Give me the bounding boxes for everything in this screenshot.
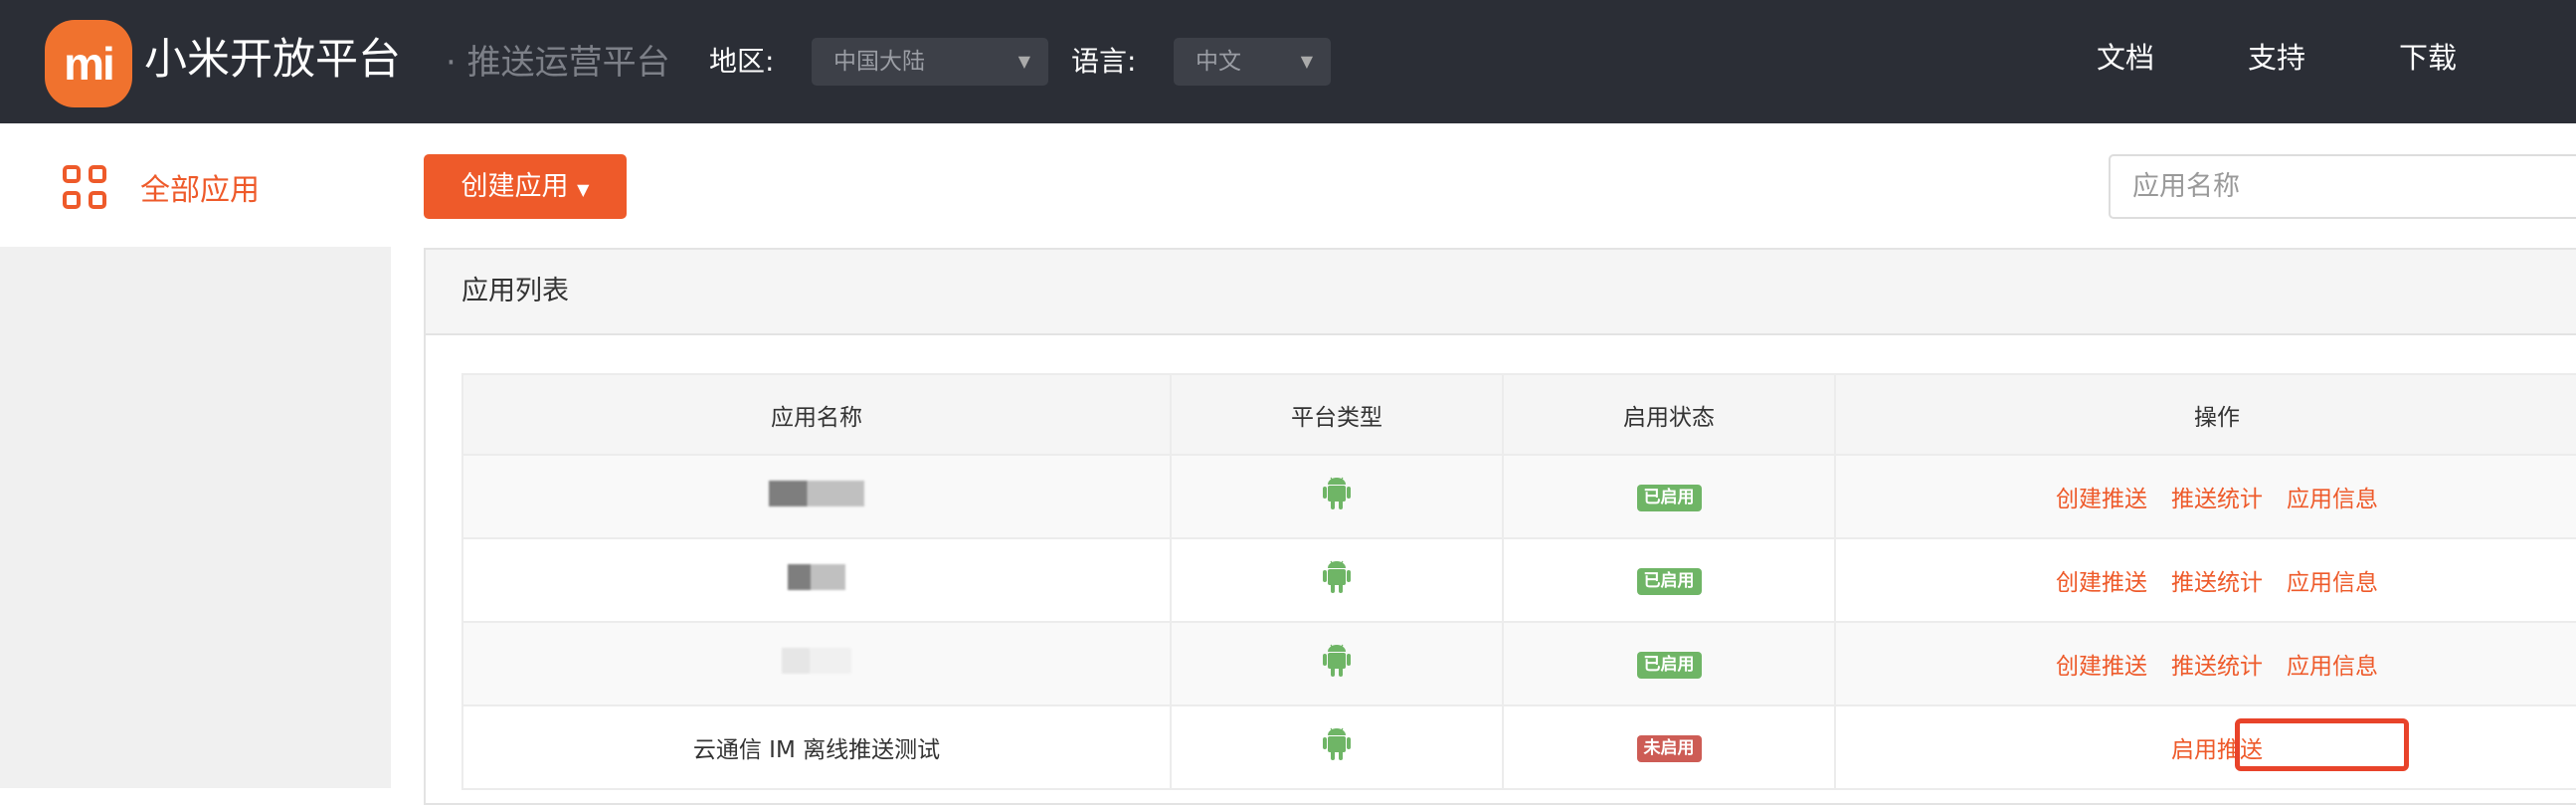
android-icon	[1323, 727, 1351, 767]
action-link[interactable]: 推送统计	[2171, 487, 2263, 512]
caret-down-icon: ▼	[1017, 52, 1030, 71]
highlight-box	[2235, 718, 2409, 771]
name-cell	[461, 621, 1172, 706]
region-label: 地区:	[709, 45, 775, 78]
col-actions: 操作	[1834, 373, 2576, 456]
action-link[interactable]: 应用信息	[2287, 654, 2378, 680]
android-icon	[1323, 644, 1351, 684]
name-cell: 云通信 IM 离线推送测试	[461, 704, 1172, 790]
app-name: 云通信 IM 离线推送测试	[692, 737, 941, 763]
mi-logo[interactable]: mi	[45, 20, 132, 107]
status-badge: 未启用	[1636, 734, 1702, 762]
platform-cell	[1170, 454, 1504, 539]
col-status: 启用状态	[1502, 373, 1836, 456]
col-app-name: 应用名称	[461, 373, 1172, 456]
redacted-name	[769, 481, 864, 506]
actions-cell: 启用推送	[1834, 704, 2576, 790]
language-value: 中文	[1196, 49, 1241, 75]
action-link[interactable]: 应用信息	[2287, 570, 2378, 596]
redacted-name	[782, 648, 851, 674]
platform-cell	[1170, 704, 1504, 790]
col-platform: 平台类型	[1170, 373, 1504, 456]
nav-support[interactable]: 支持	[2248, 36, 2305, 80]
caret-down-icon: ▼	[1300, 52, 1313, 71]
name-cell	[461, 537, 1172, 623]
action-link[interactable]: 创建推送	[2056, 487, 2147, 512]
android-icon	[1323, 477, 1351, 516]
nav-docs[interactable]: 文档	[2097, 36, 2154, 80]
action-link[interactable]: 应用信息	[2287, 487, 2378, 512]
platform-cell	[1170, 537, 1504, 623]
panel-title: 应用列表	[426, 250, 2576, 335]
status-cell: 未启用	[1502, 704, 1836, 790]
language-label: 语言:	[1071, 45, 1137, 78]
platform-cell	[1170, 621, 1504, 706]
actions-cell: 创建推送 推送统计 应用信息	[1834, 454, 2576, 539]
actions-cell: 创建推送 推送统计 应用信息	[1834, 537, 2576, 623]
caret-down-icon: ▼	[577, 180, 590, 199]
create-app-label: 创建应用	[460, 171, 569, 202]
table-row: 已启用 创建推送 推送统计 应用信息	[461, 621, 2576, 706]
redacted-name	[788, 564, 845, 590]
status-badge: 已启用	[1636, 567, 1702, 595]
sidebar-item-all-apps[interactable]: 全部应用	[63, 165, 260, 209]
name-cell	[461, 454, 1172, 539]
action-link[interactable]: 推送统计	[2171, 570, 2263, 596]
nav-download[interactable]: 下载	[2399, 36, 2457, 80]
android-icon	[1323, 560, 1351, 600]
actions-cell: 创建推送 推送统计 应用信息	[1834, 621, 2576, 706]
status-cell: 已启用	[1502, 537, 1836, 623]
status-badge: 已启用	[1636, 484, 1702, 511]
status-cell: 已启用	[1502, 621, 1836, 706]
brand-title[interactable]: 小米开放平台	[144, 30, 401, 90]
action-link[interactable]: 创建推送	[2056, 654, 2147, 680]
action-link[interactable]: 创建推送	[2056, 570, 2147, 596]
top-header: mi 小米开放平台 · 推送运营平台 地区: 中国大陆 ▼ 语言: 中文 ▼ 文档 …	[0, 0, 2576, 123]
create-app-button[interactable]: 创建应用 ▼	[424, 154, 627, 219]
sidebar-item-label: 全部应用	[140, 173, 260, 208]
grid-icon	[63, 165, 106, 209]
app-name-search-input[interactable]	[2109, 154, 2576, 219]
platform-subtitle: · 推送运营平台	[446, 43, 670, 83]
region-value: 中国大陆	[833, 49, 925, 75]
status-cell: 已启用	[1502, 454, 1836, 539]
table-row: 已启用 创建推送 推送统计 应用信息	[461, 537, 2576, 623]
region-select[interactable]: 中国大陆 ▼	[812, 38, 1048, 86]
language-select[interactable]: 中文 ▼	[1174, 38, 1331, 86]
action-link[interactable]: 推送统计	[2171, 654, 2263, 680]
status-badge: 已启用	[1636, 651, 1702, 679]
table-row: 已启用 创建推送 推送统计 应用信息	[461, 454, 2576, 539]
table-header: 应用名称 平台类型 启用状态 操作	[461, 373, 2576, 456]
